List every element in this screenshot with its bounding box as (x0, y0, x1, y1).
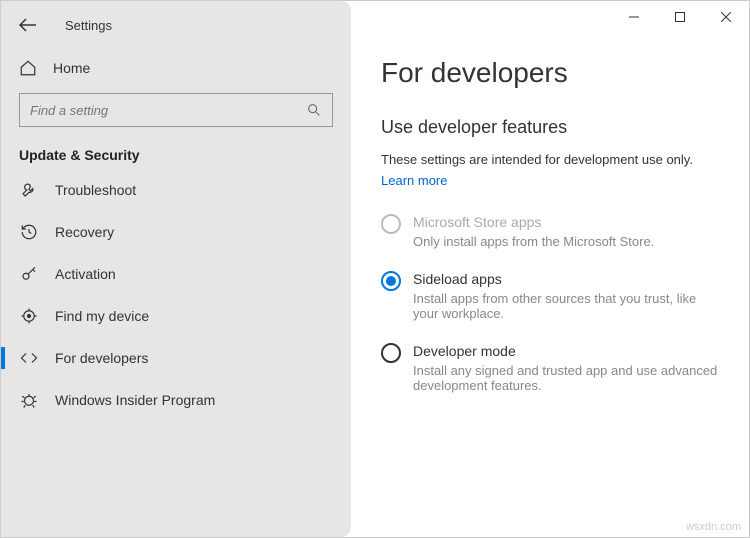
section-description: These settings are intended for developm… (381, 152, 719, 167)
sidebar-item-label: Windows Insider Program (55, 392, 215, 408)
radio-label: Sideload apps (413, 271, 719, 287)
home-label: Home (53, 60, 90, 76)
window-controls (611, 1, 749, 33)
radio-sideload-apps[interactable]: Sideload apps Install apps from other so… (381, 271, 719, 321)
key-icon (19, 265, 39, 283)
search-box[interactable] (19, 93, 333, 127)
close-button[interactable] (703, 1, 749, 33)
sidebar-item-label: Recovery (55, 224, 114, 240)
main-panel: For developers Use developer features Th… (351, 1, 749, 537)
sidebar-item-find-my-device[interactable]: Find my device (1, 295, 351, 337)
learn-more-link[interactable]: Learn more (381, 173, 447, 188)
radio-microsoft-store-apps[interactable]: Microsoft Store apps Only install apps f… (381, 214, 719, 249)
sidebar-item-troubleshoot[interactable]: Troubleshoot (1, 169, 351, 211)
radio-sublabel: Install apps from other sources that you… (413, 291, 719, 321)
watermark: wsxdn.com (686, 521, 741, 533)
radio-text: Sideload apps Install apps from other so… (413, 271, 719, 321)
minimize-button[interactable] (611, 1, 657, 33)
developer-features-radio-group: Microsoft Store apps Only install apps f… (381, 214, 719, 393)
radio-label: Developer mode (413, 343, 719, 359)
code-icon (19, 349, 39, 367)
radio-developer-mode[interactable]: Developer mode Install any signed and tr… (381, 343, 719, 393)
nav-list: Troubleshoot Recovery Activation Find my… (1, 169, 351, 421)
radio-label: Microsoft Store apps (413, 214, 654, 230)
radio-sublabel: Only install apps from the Microsoft Sto… (413, 234, 654, 249)
sidebar: Settings Home Update & Security Troubles… (1, 1, 351, 537)
radio-text: Developer mode Install any signed and tr… (413, 343, 719, 393)
radio-icon (381, 343, 401, 363)
sidebar-item-label: Troubleshoot (55, 182, 136, 198)
sidebar-item-windows-insider[interactable]: Windows Insider Program (1, 379, 351, 421)
home-button[interactable]: Home (1, 49, 351, 87)
radio-icon (381, 214, 401, 234)
window-title: Settings (65, 18, 112, 33)
back-arrow-icon[interactable] (19, 18, 37, 32)
location-icon (19, 307, 39, 325)
bug-icon (19, 391, 39, 409)
search-input[interactable] (30, 103, 306, 118)
home-icon (19, 59, 37, 77)
sidebar-item-label: Activation (55, 266, 116, 282)
wrench-icon (19, 181, 39, 199)
sidebar-top-bar: Settings (1, 1, 351, 49)
settings-window: Settings Home Update & Security Troubles… (0, 0, 750, 538)
sidebar-item-activation[interactable]: Activation (1, 253, 351, 295)
radio-sublabel: Install any signed and trusted app and u… (413, 363, 719, 393)
search-icon (306, 102, 322, 118)
section-title: Update & Security (1, 141, 351, 167)
page-title: For developers (381, 57, 719, 89)
radio-text: Microsoft Store apps Only install apps f… (413, 214, 654, 249)
maximize-button[interactable] (657, 1, 703, 33)
history-icon (19, 223, 39, 241)
radio-icon (381, 271, 401, 291)
sidebar-item-recovery[interactable]: Recovery (1, 211, 351, 253)
sidebar-item-label: Find my device (55, 308, 149, 324)
sidebar-item-for-developers[interactable]: For developers (1, 337, 351, 379)
sidebar-item-label: For developers (55, 350, 148, 366)
section-heading: Use developer features (381, 117, 719, 138)
